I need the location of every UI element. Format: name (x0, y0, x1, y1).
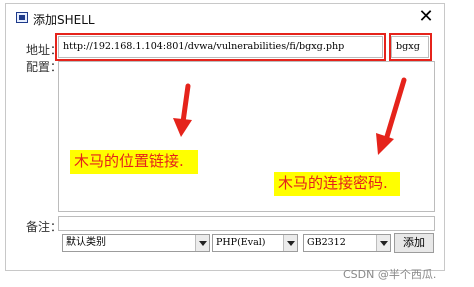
url-arrow (173, 83, 192, 137)
password-arrow (376, 77, 407, 155)
watermark: CSDN @半个西瓜. (343, 268, 437, 281)
url-callout: 木马的位置链接. (70, 150, 198, 174)
password-callout: 木马的连接密码. (274, 172, 400, 196)
annotation-arrows (173, 77, 407, 155)
